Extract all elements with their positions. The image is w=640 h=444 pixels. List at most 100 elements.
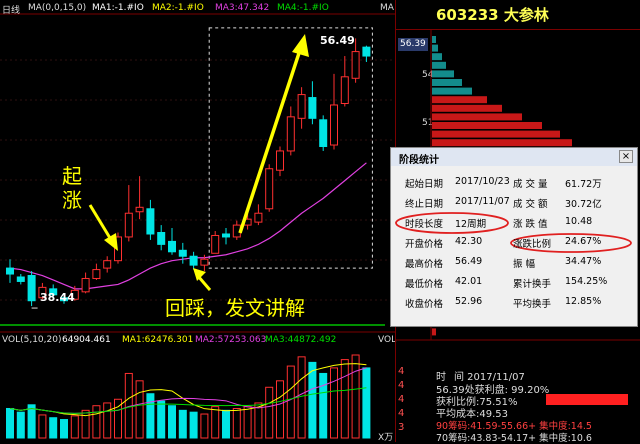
stat-key-left-7: 收盘价格 — [405, 299, 444, 310]
candle-body — [146, 208, 155, 235]
ma1-value: MA1:-1.#IO — [92, 3, 144, 13]
stat-value-left-4: 42.30 — [455, 236, 483, 247]
vol-ma1: MA1:62476.301 — [122, 335, 194, 345]
stat-value-left-3: 12周期 — [455, 219, 487, 230]
candle-body — [265, 168, 274, 210]
vol-corner-label: VOL — [378, 335, 397, 345]
kline-chart-svg[interactable] — [0, 0, 395, 442]
volume-bar — [70, 415, 79, 439]
stat-key-left-2: 终止日期 — [405, 199, 444, 210]
stat-value-right-2: 30.72亿 — [565, 199, 602, 210]
candle-body — [27, 275, 36, 302]
stat-key-right-1: 成 交 量 — [513, 179, 548, 190]
stat-key-right-4: 涨跌比例 — [513, 239, 552, 250]
ma4-value: MA4:-1.#IO — [277, 3, 329, 13]
volume-bar — [146, 393, 155, 439]
side-label-5: 3 — [398, 422, 405, 433]
chip-bar — [432, 44, 438, 52]
ma-corner-label: MA — [380, 3, 394, 13]
high-price-label: 56.49 — [320, 34, 355, 47]
candle-body — [6, 267, 14, 275]
chip-bar — [432, 79, 462, 86]
period-label: 日线 — [2, 6, 21, 16]
annotation-huicai: 回踩，发文讲解 — [165, 296, 305, 320]
dialog-close-button[interactable]: × — [619, 150, 633, 163]
vol-ma2: MA2:57253.063 — [195, 335, 267, 345]
volume-bar — [222, 409, 230, 439]
stat-value-right-7: 12.85% — [565, 296, 602, 307]
stat-key-left-5: 最高价格 — [405, 259, 444, 270]
candle-body — [211, 234, 220, 254]
candle-body — [297, 94, 306, 119]
volume-bar — [189, 411, 198, 439]
side-label-4: 4 — [398, 408, 405, 419]
side-label-1: 4 — [398, 366, 405, 377]
dialog-title: 阶段统计 — [391, 148, 637, 166]
stat-key-left-3: 时段长度 — [405, 219, 444, 230]
side-label-3: 4 — [398, 394, 405, 405]
volume-bar — [351, 354, 360, 439]
volume-bar — [81, 409, 90, 439]
candle-body — [16, 276, 25, 282]
volume-bar — [38, 414, 47, 439]
volume-bar — [60, 419, 68, 439]
vol-ma3: MA3:44872.492 — [265, 335, 337, 345]
stat-value-right-3: 10.48 — [565, 216, 593, 227]
volume-bar — [265, 386, 274, 439]
annotation-arrowhead-start — [104, 233, 118, 251]
stat-value-left-6: 42.01 — [455, 276, 483, 287]
stat-key-left-6: 最低价格 — [405, 279, 444, 290]
candle-body — [168, 240, 176, 253]
volume-bar — [297, 356, 306, 439]
low-price-label: 38.44 — [40, 291, 75, 304]
chip-bar — [432, 122, 542, 129]
volume-bar — [27, 404, 36, 439]
chip-bar — [432, 70, 454, 78]
annotation-zhang: 涨 — [62, 188, 82, 212]
stat-key-right-2: 成 交 额 — [513, 199, 548, 210]
vol-unit-label: X万 — [378, 433, 394, 443]
candle-body — [124, 212, 133, 238]
volume-bar — [157, 400, 166, 439]
candle-body — [81, 277, 90, 293]
kline-chart-panel[interactable]: 日线 MA(0,0,15,0) MA1:-1.#IO MA2:-1.#IO MA… — [0, 0, 397, 443]
candle-body — [330, 104, 338, 146]
volume-bar — [6, 407, 14, 439]
chip-bar — [432, 104, 502, 112]
candle-body — [254, 212, 263, 223]
annotation-arrowhead-rally — [292, 34, 309, 57]
chip-bar — [432, 130, 560, 138]
stat-value-left-5: 56.49 — [455, 256, 483, 267]
candle-body — [362, 46, 371, 57]
chip-bar — [432, 87, 472, 95]
stat-key-right-7: 平均换手 — [513, 299, 552, 310]
volume-bar — [200, 413, 209, 439]
ma2-value: MA2:-1.#IO — [152, 3, 204, 13]
volume-bar — [92, 405, 101, 439]
chip-bar — [432, 328, 436, 336]
candle-body — [157, 232, 166, 245]
stat-value-left-1: 2017/10/23 — [455, 176, 510, 187]
volume-bar — [232, 407, 241, 439]
stage-statistics-dialog[interactable]: 阶段统计 × 起始日期 2017/10/23 成 交 量 61.72万 终止日期 2017… — [390, 147, 638, 327]
vol-value: 64904.461 — [62, 335, 111, 345]
volume-bar — [276, 380, 284, 439]
chip-bar — [432, 53, 442, 61]
stat-value-right-5: 34.47% — [565, 256, 602, 267]
candle-body — [103, 260, 112, 269]
candle-body — [200, 258, 209, 266]
candle-body — [92, 269, 101, 279]
candle-body — [135, 206, 144, 213]
chip-bar — [432, 139, 572, 147]
chip-bar — [432, 61, 446, 69]
volume-bar — [49, 417, 58, 439]
vol-params: VOL(5,10,20) — [2, 335, 62, 345]
volume-bar — [319, 372, 328, 439]
volume-bar — [16, 411, 25, 439]
profit-ratio-bar — [546, 394, 628, 405]
volume-bar — [135, 380, 144, 439]
chip-info-panel: 4 4 4 4 3 时 间 2017/11/07 56.39处获利盘: 99.2… — [396, 342, 640, 444]
volume-bar — [330, 367, 338, 439]
ma3-value: MA3:47.342 — [215, 3, 270, 13]
side-label-2: 4 — [398, 380, 405, 391]
